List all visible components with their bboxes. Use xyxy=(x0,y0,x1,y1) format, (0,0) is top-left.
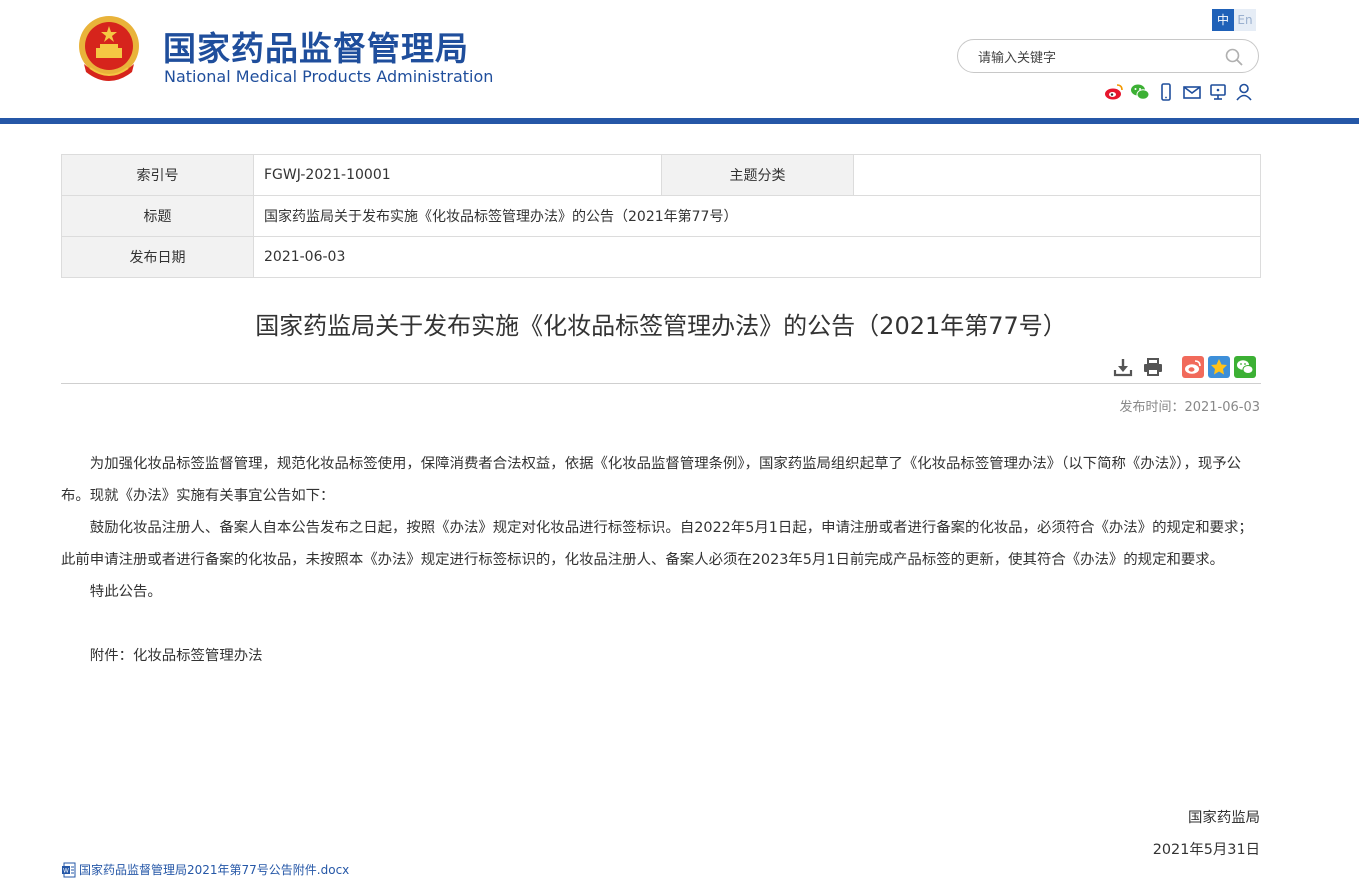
article-title: 国家药监局关于发布实施《化妆品标签管理办法》的公告（2021年第77号） xyxy=(255,312,1067,340)
search-box xyxy=(957,39,1259,73)
site-title-cn[interactable]: 国家药品监督管理局 xyxy=(163,22,469,70)
category-value xyxy=(853,154,1261,196)
index-value: FGWJ-2021-10001 xyxy=(253,154,662,196)
category-label: 主题分类 xyxy=(661,154,854,196)
article-body: 为加强化妆品标签监督管理，规范化妆品标签使用，保障消费者合法权益，依据《化妆品监… xyxy=(61,448,1261,672)
mail-icon[interactable] xyxy=(1182,82,1202,102)
lang-en-button[interactable]: En xyxy=(1234,9,1256,31)
article-toolbar xyxy=(1112,356,1256,378)
publish-time: 发布时间：2021-06-03 xyxy=(1119,400,1260,415)
share-qzone-icon[interactable] xyxy=(1208,356,1230,378)
title-label: 标题 xyxy=(61,195,254,237)
table-row: 索引号 FGWJ-2021-10001 主题分类 xyxy=(61,154,1261,196)
title-value: 国家药监局关于发布实施《化妆品标签管理办法》的公告（2021年第77号） xyxy=(253,195,1261,237)
share-wechat-icon[interactable] xyxy=(1234,356,1256,378)
word-doc-icon: W xyxy=(62,862,76,877)
date-value: 2021-06-03 xyxy=(253,236,1261,278)
signer: 国家药监局 xyxy=(1188,810,1260,826)
print-icon[interactable] xyxy=(1142,356,1164,378)
weibo-icon[interactable] xyxy=(1104,82,1124,102)
search-input[interactable] xyxy=(976,47,1220,69)
share-weibo-icon[interactable] xyxy=(1182,356,1204,378)
table-row: 发布日期 2021-06-03 xyxy=(61,236,1261,278)
document-meta-table: 索引号 FGWJ-2021-10001 主题分类 标题 国家药监局关于发布实施《… xyxy=(61,154,1261,278)
site-title-en[interactable]: National Medical Products Administration xyxy=(164,67,493,86)
svg-text:W: W xyxy=(63,867,69,874)
article-divider xyxy=(61,383,1261,384)
user-icon[interactable] xyxy=(1234,82,1254,102)
attachment-filename[interactable]: 国家药品监督管理局2021年第77号公告附件.docx xyxy=(79,861,349,878)
download-icon[interactable] xyxy=(1112,356,1134,378)
header-divider xyxy=(0,118,1359,124)
language-switcher: 中 En xyxy=(1212,9,1256,31)
national-emblem-icon[interactable] xyxy=(76,14,142,84)
sign-date: 2021年5月31日 xyxy=(1152,842,1260,858)
monitor-icon[interactable] xyxy=(1208,82,1228,102)
paragraph: 鼓励化妆品注册人、备案人自本公告发布之日起，按照《办法》规定对化妆品进行标签标识… xyxy=(61,520,1253,568)
search-icon[interactable] xyxy=(1224,47,1244,67)
attachment-line: 附件：化妆品标签管理办法 xyxy=(89,648,263,664)
paragraph: 特此公告。 xyxy=(89,584,162,600)
index-label: 索引号 xyxy=(61,154,254,196)
table-row: 标题 国家药监局关于发布实施《化妆品标签管理办法》的公告（2021年第77号） xyxy=(61,195,1261,237)
attachment-link[interactable]: W 国家药品监督管理局2021年第77号公告附件.docx xyxy=(61,861,349,878)
signature-block: 国家药监局 2021年5月31日 xyxy=(1153,802,1260,866)
social-links xyxy=(1104,82,1254,102)
paragraph: 为加强化妆品标签监督管理，规范化妆品标签使用，保障消费者合法权益，依据《化妆品监… xyxy=(61,456,1242,504)
wechat-icon[interactable] xyxy=(1130,82,1150,102)
lang-zh-button[interactable]: 中 xyxy=(1212,9,1234,31)
site-header: 国家药品监督管理局 National Medical Products Admi… xyxy=(0,0,1359,118)
date-label: 发布日期 xyxy=(61,236,254,278)
mobile-icon[interactable] xyxy=(1156,82,1176,102)
